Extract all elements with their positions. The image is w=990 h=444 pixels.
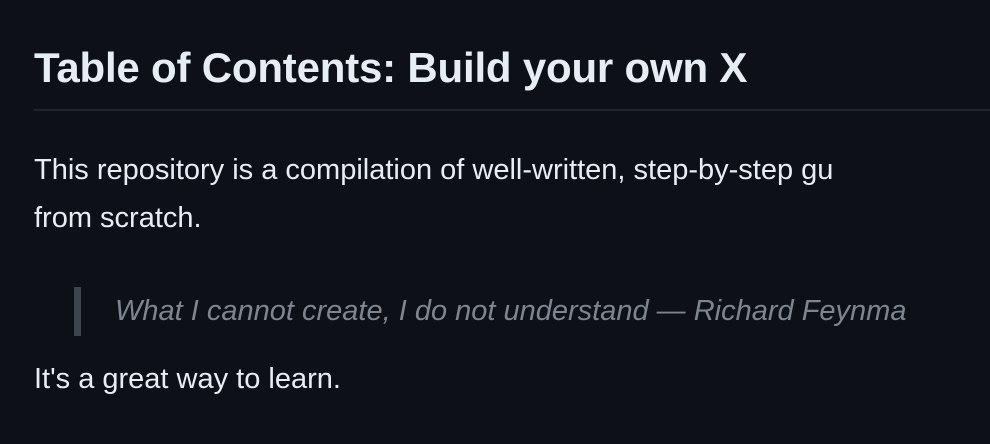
quote-text: What I cannot create, I do not understan… (115, 295, 907, 327)
intro-line-1: This repository is a compilation of well… (34, 154, 834, 186)
intro-line-2: from scratch. (34, 202, 202, 234)
section-heading: Table of Contents: Build your own X (34, 44, 748, 91)
intro-paragraph: This repository is a compilation of well… (34, 146, 833, 242)
closing-paragraph: It's a great way to learn. (34, 363, 341, 395)
feynman-blockquote: What I cannot create, I do not understan… (74, 287, 906, 336)
heading-divider (34, 109, 990, 111)
